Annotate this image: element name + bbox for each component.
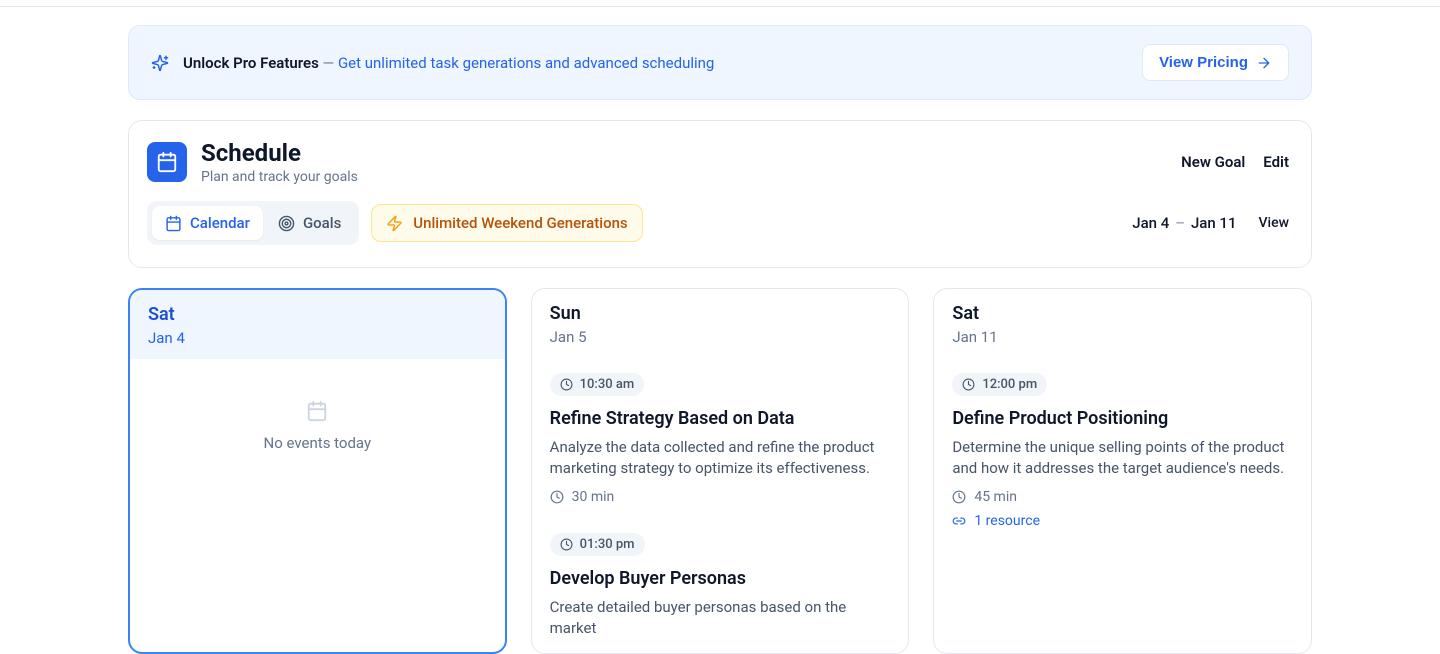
- event-duration: 30 min: [550, 489, 891, 505]
- clock-icon: [952, 490, 966, 504]
- tabs-row: Calendar Goals Unlimited Weekend Generat…: [147, 201, 1289, 245]
- day-head: Sun Jan 5: [532, 289, 909, 358]
- clock-icon: [560, 378, 573, 391]
- calendar-icon: [165, 215, 182, 232]
- clock-icon: [962, 378, 975, 391]
- event-description: Determine the unique selling points of t…: [952, 437, 1293, 479]
- calendar-icon: [148, 400, 487, 422]
- banner-description: Get unlimited task generations and advan…: [338, 54, 714, 72]
- day-head: Sat Jan 11: [934, 289, 1311, 358]
- day-date: Jan 5: [550, 328, 891, 346]
- event-time: 12:00 pm: [982, 377, 1037, 392]
- schedule-card: Schedule Plan and track your goals New G…: [128, 120, 1312, 268]
- event-meta: 30 min: [550, 489, 891, 505]
- tabs-left: Calendar Goals Unlimited Weekend Generat…: [147, 201, 643, 245]
- calendar-icon-box: [147, 142, 187, 182]
- tab-calendar[interactable]: Calendar: [152, 206, 263, 240]
- day-card[interactable]: Sat Jan 4 No events today: [128, 288, 507, 654]
- day-name: Sat: [952, 303, 1293, 324]
- sparkles-icon: [151, 54, 169, 72]
- event-resources-label: 1 resource: [974, 513, 1040, 529]
- day-date: Jan 11: [952, 328, 1293, 346]
- event-time-pill: 10:30 am: [550, 373, 645, 396]
- day-date: Jan 4: [148, 329, 487, 347]
- day-body: 10:30 am Refine Strategy Based on Data A…: [532, 358, 909, 653]
- view-pricing-button[interactable]: View Pricing: [1142, 44, 1289, 81]
- tab-group: Calendar Goals: [147, 201, 359, 245]
- date-range: Jan 4–Jan 11: [1132, 214, 1236, 232]
- date-range-start: Jan 4: [1132, 214, 1169, 232]
- event[interactable]: 10:30 am Refine Strategy Based on Data A…: [532, 359, 909, 519]
- days-row: Sat Jan 4 No events today Sun Jan 5: [128, 288, 1312, 654]
- event-resources[interactable]: 1 resource: [952, 513, 1293, 529]
- event-description: Analyze the data collected and refine th…: [550, 437, 891, 479]
- promo-label: Unlimited Weekend Generations: [413, 214, 627, 232]
- event-duration-label: 45 min: [974, 489, 1017, 505]
- schedule-header: Schedule Plan and track your goals New G…: [147, 139, 1289, 185]
- schedule-header-left: Schedule Plan and track your goals: [147, 139, 358, 185]
- banner-separator: —: [319, 54, 338, 72]
- new-goal-button[interactable]: New Goal: [1181, 153, 1245, 171]
- event-time: 10:30 am: [580, 377, 635, 392]
- target-icon: [278, 215, 295, 232]
- clock-icon: [560, 538, 573, 551]
- day-name: Sun: [550, 303, 891, 324]
- arrow-right-icon: [1256, 55, 1272, 71]
- banner-left: Unlock Pro Features — Get unlimited task…: [151, 54, 714, 72]
- tab-calendar-label: Calendar: [190, 214, 250, 232]
- event-duration: 45 min: [952, 489, 1293, 505]
- day-card[interactable]: Sat Jan 11 12:00 pm Define Product Posit…: [933, 288, 1312, 654]
- pro-banner: Unlock Pro Features — Get unlimited task…: [128, 25, 1312, 100]
- event-time-pill: 12:00 pm: [952, 373, 1047, 396]
- event-meta: 45 min 1 resource: [952, 489, 1293, 529]
- tabs-right: Jan 4–Jan 11 View: [1132, 214, 1289, 232]
- promo-pill[interactable]: Unlimited Weekend Generations: [371, 204, 642, 242]
- clock-icon: [550, 490, 564, 504]
- view-button[interactable]: View: [1259, 215, 1290, 231]
- event[interactable]: 12:00 pm Define Product Positioning Dete…: [934, 359, 1311, 543]
- banner-text: Unlock Pro Features — Get unlimited task…: [183, 54, 714, 72]
- date-range-end: Jan 11: [1191, 214, 1237, 232]
- date-range-dash: –: [1175, 214, 1185, 232]
- link-icon: [952, 514, 966, 528]
- no-events-label: No events today: [148, 434, 487, 452]
- view-pricing-label: View Pricing: [1159, 54, 1248, 71]
- day-name: Sat: [148, 304, 487, 325]
- schedule-subtitle: Plan and track your goals: [201, 169, 358, 185]
- event-description: Create detailed buyer personas based on …: [550, 597, 891, 639]
- event-time-pill: 01:30 pm: [550, 533, 645, 556]
- day-body: No events today: [130, 359, 505, 492]
- edit-button[interactable]: Edit: [1263, 153, 1289, 171]
- event-time: 01:30 pm: [580, 537, 635, 552]
- event-duration-label: 30 min: [572, 489, 615, 505]
- zap-icon: [386, 215, 403, 232]
- tab-goals-label: Goals: [303, 214, 341, 232]
- schedule-title: Schedule: [201, 139, 358, 167]
- event[interactable]: 01:30 pm Develop Buyer Personas Create d…: [532, 519, 909, 653]
- event-title: Define Product Positioning: [952, 408, 1293, 429]
- day-card[interactable]: Sun Jan 5 10:30 am Refine Strategy Based…: [531, 288, 910, 654]
- tab-goals[interactable]: Goals: [265, 206, 354, 240]
- event-title: Refine Strategy Based on Data: [550, 408, 891, 429]
- schedule-header-right: New Goal Edit: [1181, 153, 1289, 171]
- day-body: 12:00 pm Define Product Positioning Dete…: [934, 358, 1311, 543]
- no-events: No events today: [130, 360, 505, 492]
- day-head: Sat Jan 4: [130, 290, 505, 359]
- banner-title: Unlock Pro Features: [183, 54, 319, 72]
